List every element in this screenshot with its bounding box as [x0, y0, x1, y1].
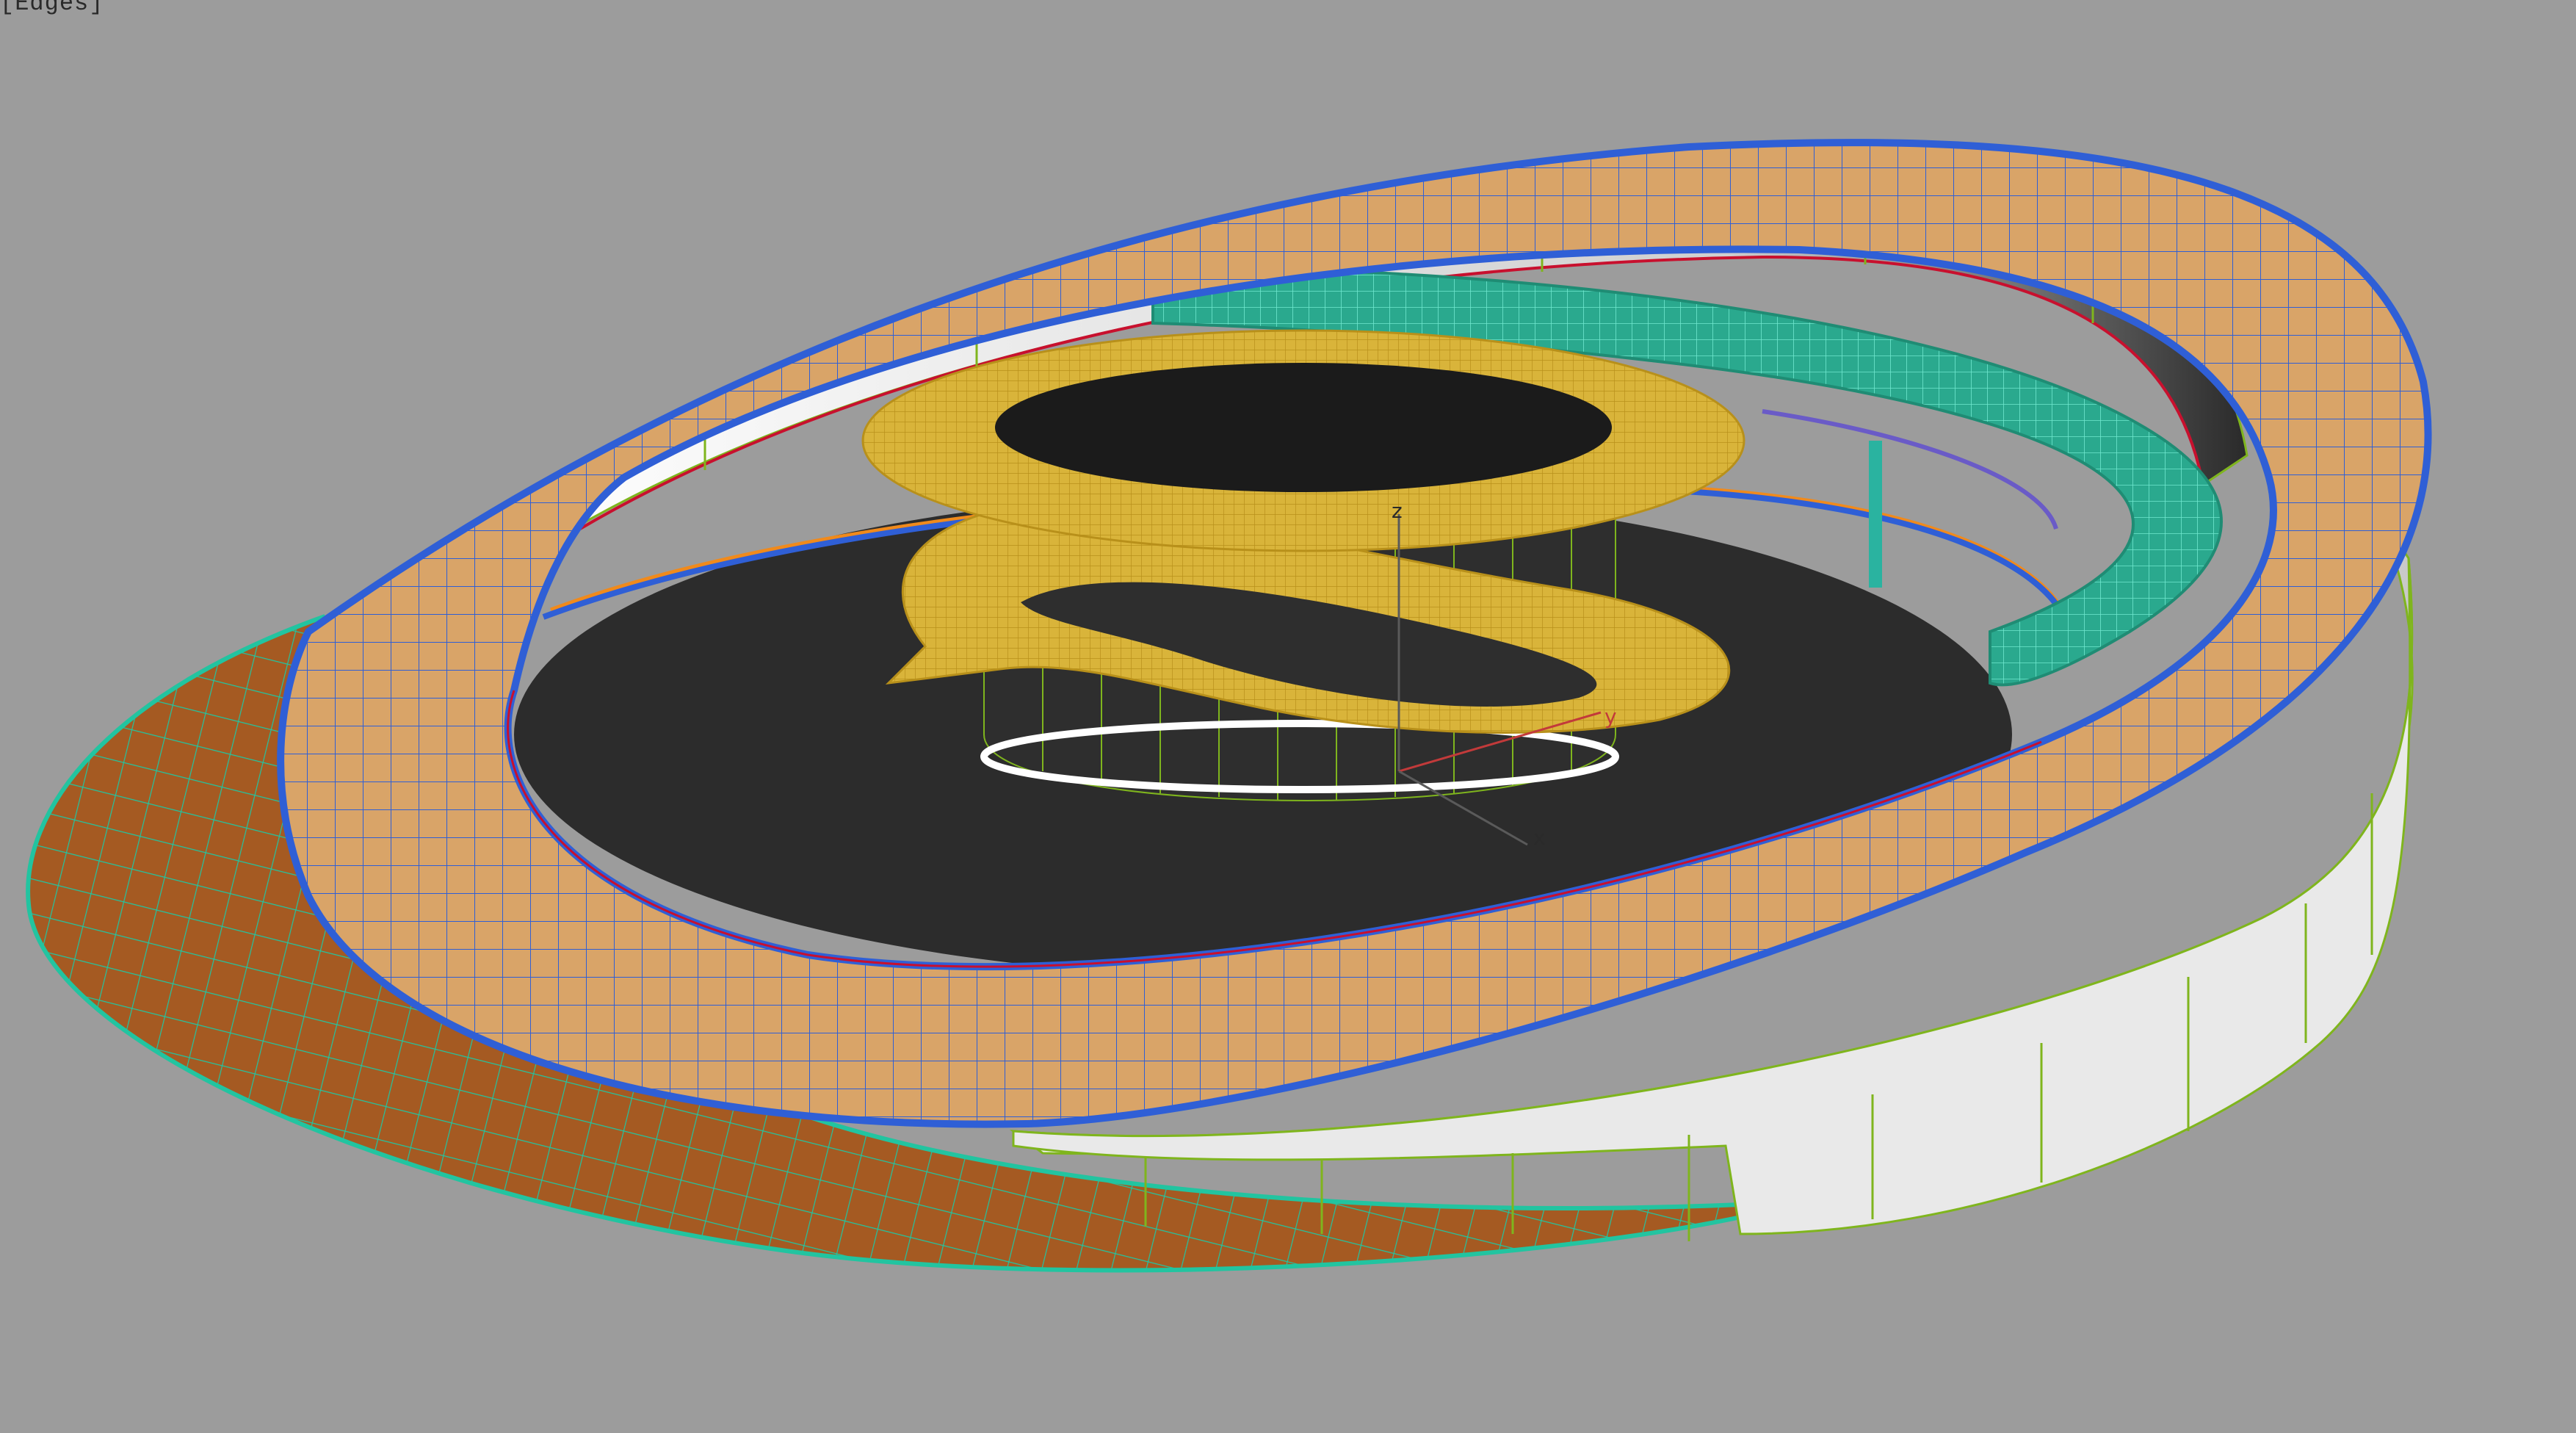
- scene-svg: z y x: [26, 139, 2432, 1273]
- viewport-canvas[interactable]: [Edges] z y x: [0, 0, 2576, 1433]
- gizmo-z-label: z: [1392, 499, 1403, 523]
- gizmo-y-label: y: [1604, 704, 1617, 729]
- gizmo-x-label: x: [1533, 826, 1546, 850]
- spiral-stair-upper[interactable]: [861, 329, 1745, 552]
- bench-post: [1869, 441, 1882, 588]
